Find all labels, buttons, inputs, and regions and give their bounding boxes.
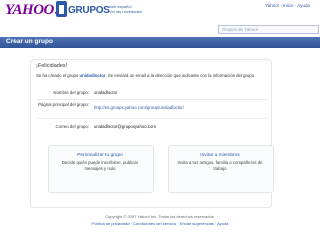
group-name-label: Nombre del grupo:	[53, 90, 89, 95]
copyright: Copyright © 2007 Yahoo! Inc. Todos los d…	[105, 214, 215, 219]
confirmation-message: Se ha creado el grupo unidadloctor. Se e…	[36, 73, 255, 78]
homepage-link[interactable]: http://es.groups.yahoo.com/group/unidadl…	[94, 105, 184, 110]
group-email-label: Correo del grupo:	[55, 124, 89, 129]
yahoo-logo[interactable]: YAHOO!	[5, 2, 60, 19]
customize-group-link[interactable]: Personalizar tu grupo	[48, 153, 152, 158]
message-suffix: . Se enviará un email a la dirección que…	[105, 73, 256, 78]
groups-logo-icon	[56, 1, 67, 17]
invite-members-link[interactable]: Invitar a miembros	[168, 153, 272, 158]
customize-group-desc: Decide quién puede inscribirse, publicar…	[61, 160, 139, 171]
page-title: Crear un grupo	[6, 38, 53, 45]
whats-new-link[interactable]: Ver las novedades	[109, 9, 149, 14]
product-name: GRUPOS	[68, 5, 110, 16]
top-links[interactable]: Yahoo! · Inicio · Ayuda	[265, 3, 310, 8]
search-input[interactable]: Grupos de Yahoo!	[218, 25, 319, 34]
product-subtitle: web español Ver las novedades	[109, 4, 149, 14]
invite-members-desc: Invita a tus amigos, familia o compañero…	[177, 160, 263, 171]
footer-links[interactable]: Política de privacidad · Condiciones del…	[0, 221, 320, 226]
message-prefix: Se ha creado el grupo	[36, 73, 80, 78]
group-name-value: unidadloctor	[94, 90, 118, 95]
group-email-value: unidadloctor@gruposyahoo.com	[94, 124, 156, 129]
divider	[36, 118, 268, 119]
homepage-label: Página principal del grupo:	[38, 102, 89, 107]
group-name: unidadloctor	[79, 73, 106, 78]
divider	[36, 99, 268, 100]
congrats-heading: ¡Felicidades!	[36, 63, 68, 69]
